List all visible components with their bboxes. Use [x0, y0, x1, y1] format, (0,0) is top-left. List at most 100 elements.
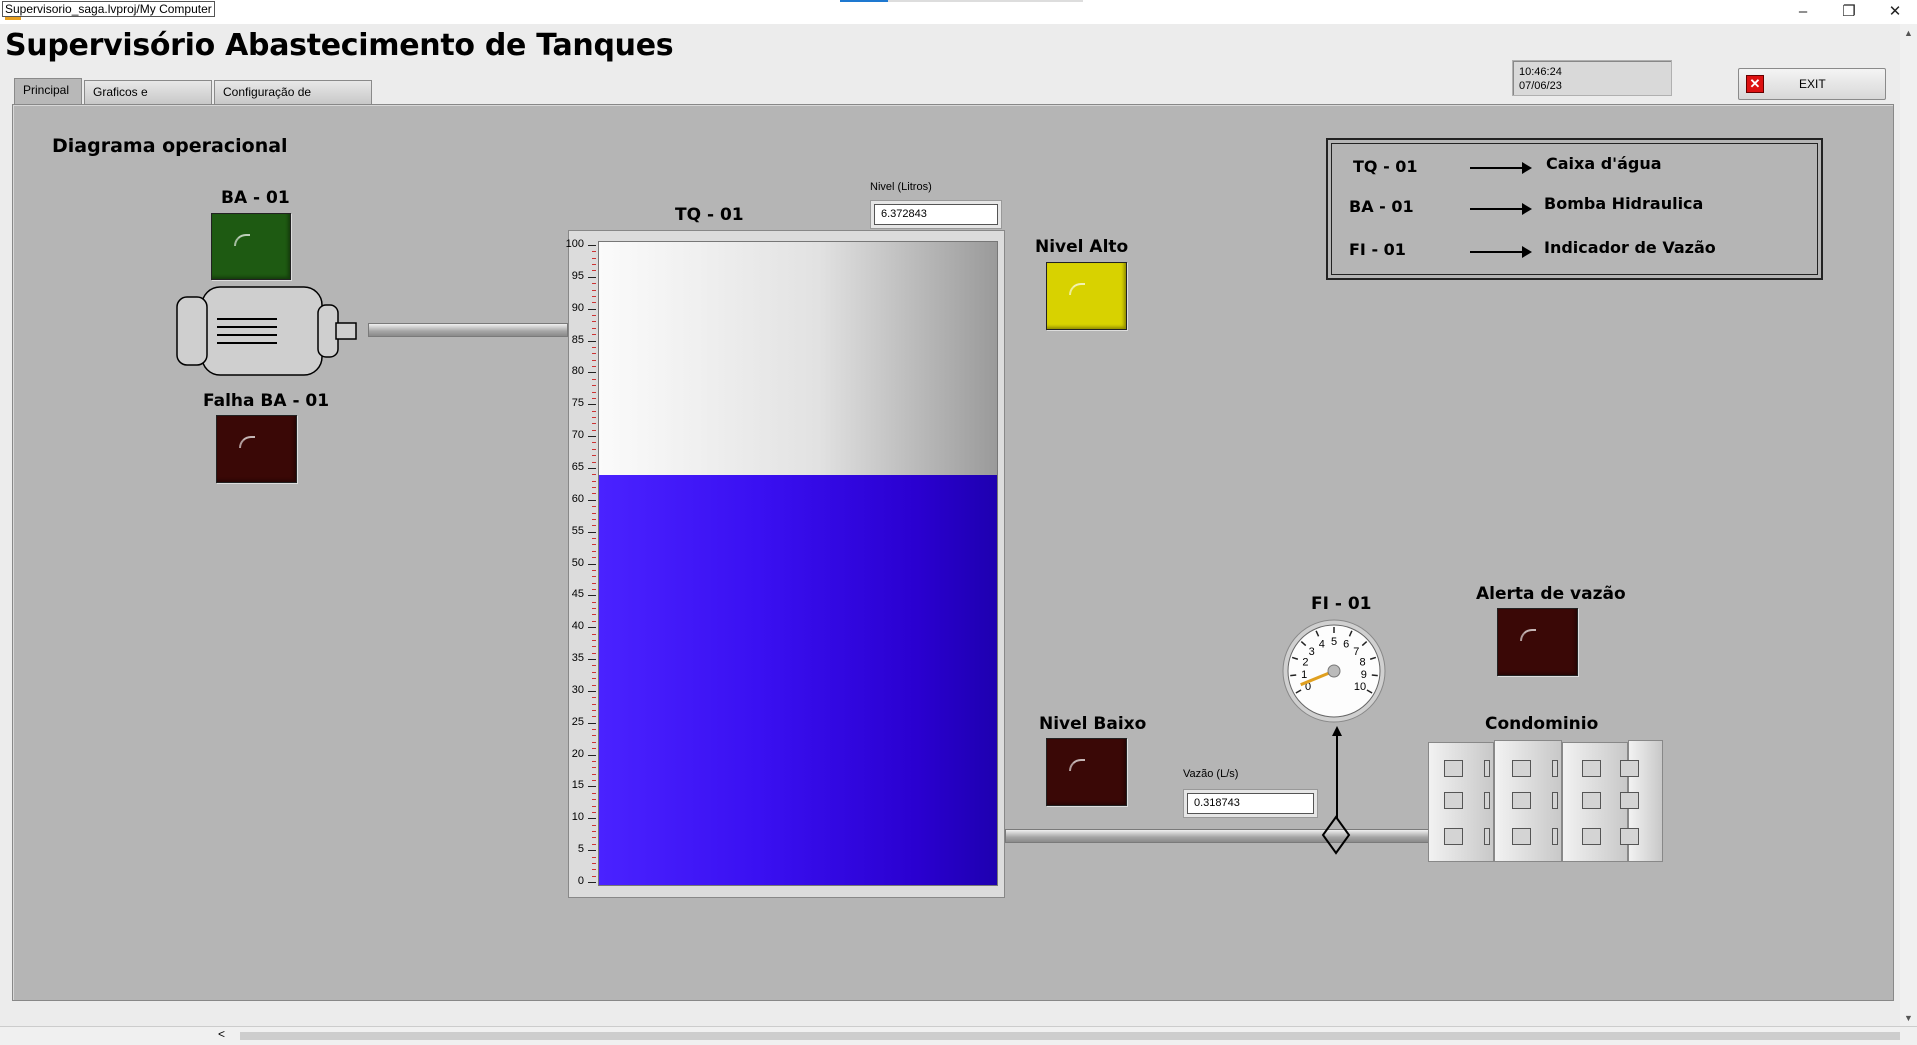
tank-scale-tick [592, 257, 596, 259]
pump-motor-icon [172, 285, 372, 377]
exit-button[interactable]: ✕ EXIT [1738, 68, 1886, 100]
high-level-led [1046, 262, 1127, 330]
tank-body [598, 241, 998, 886]
minimize-icon[interactable]: – [1780, 0, 1826, 24]
legend-key-tq: TQ - 01 [1353, 157, 1418, 176]
tank-scale-tick [588, 499, 596, 501]
tank-scale-tick [592, 614, 596, 616]
tank-scale-tick-label: 25 [571, 715, 584, 728]
tank-scale-tick [588, 372, 596, 374]
tank-scale-tick [592, 550, 596, 552]
tank-scale-tick [592, 588, 596, 590]
flow-gauge: 0 1 2 3 4 5 6 7 8 9 10 [1280, 617, 1388, 725]
legend-box: TQ - 01 Caixa d'água BA - 01 Bomba Hidra… [1326, 138, 1823, 280]
tank-scale-tick [592, 493, 596, 495]
flow-readout-label: Vazão (L/s) [1183, 768, 1239, 780]
tank-scale-tick [592, 353, 596, 355]
tank-scale-tick [592, 455, 596, 457]
legend-value-tq: Caixa d'água [1546, 154, 1662, 173]
scroll-up-icon[interactable]: ▲ [1904, 28, 1913, 38]
gauge-tick-label: 5 [1331, 636, 1337, 648]
legend-arrow-icon [1470, 246, 1532, 258]
restore-icon[interactable]: ❐ [1826, 0, 1872, 24]
tab-graficos[interactable]: Graficos e Indicadoes [84, 80, 212, 121]
tank-scale-tick [592, 767, 596, 769]
tank-scale-tick [592, 831, 596, 833]
tank-scale-tick [592, 512, 596, 514]
high-level-label: Nivel Alto [1035, 237, 1129, 257]
tank-scale-tick [592, 633, 596, 635]
tank-scale-tick [592, 302, 596, 304]
legend-key-ba: BA - 01 [1349, 197, 1414, 216]
tank-scale-tick [592, 480, 596, 482]
gauge-tick-label: 9 [1361, 669, 1367, 681]
tank-scale-tick [592, 359, 596, 361]
gauge-tick-label: 2 [1302, 657, 1308, 669]
tank-scale-tick [588, 754, 596, 756]
tank-scale-tick [588, 467, 596, 469]
legend-arrow-icon [1470, 203, 1532, 215]
tank-scale-tick [592, 378, 596, 380]
pump-label: BA - 01 [221, 188, 290, 208]
tank-scale-tick [592, 264, 596, 266]
tank-scale-tick [588, 882, 596, 883]
outlet-pipe [1005, 829, 1431, 843]
tank-scale-tick [592, 729, 596, 731]
tank-scale-tick [592, 315, 596, 317]
horizontal-scrollbar[interactable] [240, 1032, 1900, 1040]
tank-scale-tick [592, 429, 596, 431]
close-x-icon: ✕ [1746, 75, 1764, 93]
low-level-label: Nivel Baixo [1039, 714, 1147, 734]
gauge-tick-label: 8 [1359, 657, 1365, 669]
tank-scale-tick [592, 608, 596, 610]
tank-scale-tick [592, 289, 596, 291]
tab-configuracao[interactable]: Configuração de hardware [214, 80, 372, 121]
tank-scale-tick [592, 843, 596, 845]
tank-scale-tick [592, 735, 596, 737]
gauge-tick-label: 4 [1319, 639, 1325, 651]
tank-scale-tick-label: 0 [577, 875, 584, 887]
vertical-scrollbar[interactable] [1900, 24, 1917, 1026]
tank-scale-tick [592, 487, 596, 489]
tank-scale-tick-label: 35 [571, 652, 584, 665]
tank-scale-tick [592, 773, 596, 775]
pump-led [211, 213, 291, 280]
datetime-display: 10:46:24 07/06/23 [1512, 60, 1672, 96]
gauge-tick-label: 6 [1343, 639, 1349, 651]
flow-readout: 0.318743 [1187, 793, 1314, 814]
tank-scale-tick [592, 327, 596, 329]
title-accent-bar [840, 0, 888, 2]
time-text: 10:46:24 [1519, 66, 1562, 78]
flow-sensor-icon [1321, 815, 1351, 855]
pump-pipe [368, 323, 568, 337]
tank-scale-tick [592, 270, 596, 272]
tank-scale-tick [588, 818, 596, 820]
tank-scale-tick-label: 5 [577, 843, 584, 856]
tank-scale-tick-label: 75 [571, 397, 584, 410]
close-icon[interactable]: ✕ [1872, 0, 1917, 24]
scroll-left-icon[interactable]: < [218, 1027, 225, 1041]
tank-scale-tick [592, 856, 596, 858]
gauge-tick-label: 10 [1354, 681, 1366, 693]
tank-scale-tick-label: 65 [571, 460, 584, 473]
flow-alert-label: Alerta de vazão [1476, 584, 1626, 604]
tank-scale-tick [592, 792, 596, 794]
tank-scale-tick [592, 741, 596, 743]
flow-alert-led [1497, 608, 1578, 676]
project-path: Supervisorio_saga.lvproj/My Computer [2, 1, 215, 17]
tank-scale-tick [592, 525, 596, 527]
tank-scale-tick [592, 862, 596, 864]
tank-scale-tick-label: 85 [571, 333, 584, 346]
page-title: Supervisório Abastecimento de Tanques [5, 28, 674, 63]
tank-scale-tick [592, 295, 596, 297]
tank-scale-tick [592, 391, 596, 393]
tab-principal[interactable]: Principal [14, 78, 82, 106]
tank-scale-tick [592, 703, 596, 705]
pump-fault-label: Falha BA - 01 [203, 391, 330, 411]
scroll-down-icon[interactable]: ▼ [1904, 1013, 1913, 1023]
gauge-tick [1290, 674, 1297, 677]
tank-scale-tick-label: 55 [571, 524, 584, 537]
tank-scale-tick [592, 652, 596, 654]
tank-scale-tick [592, 760, 596, 762]
tank-scale-tick [592, 544, 596, 546]
